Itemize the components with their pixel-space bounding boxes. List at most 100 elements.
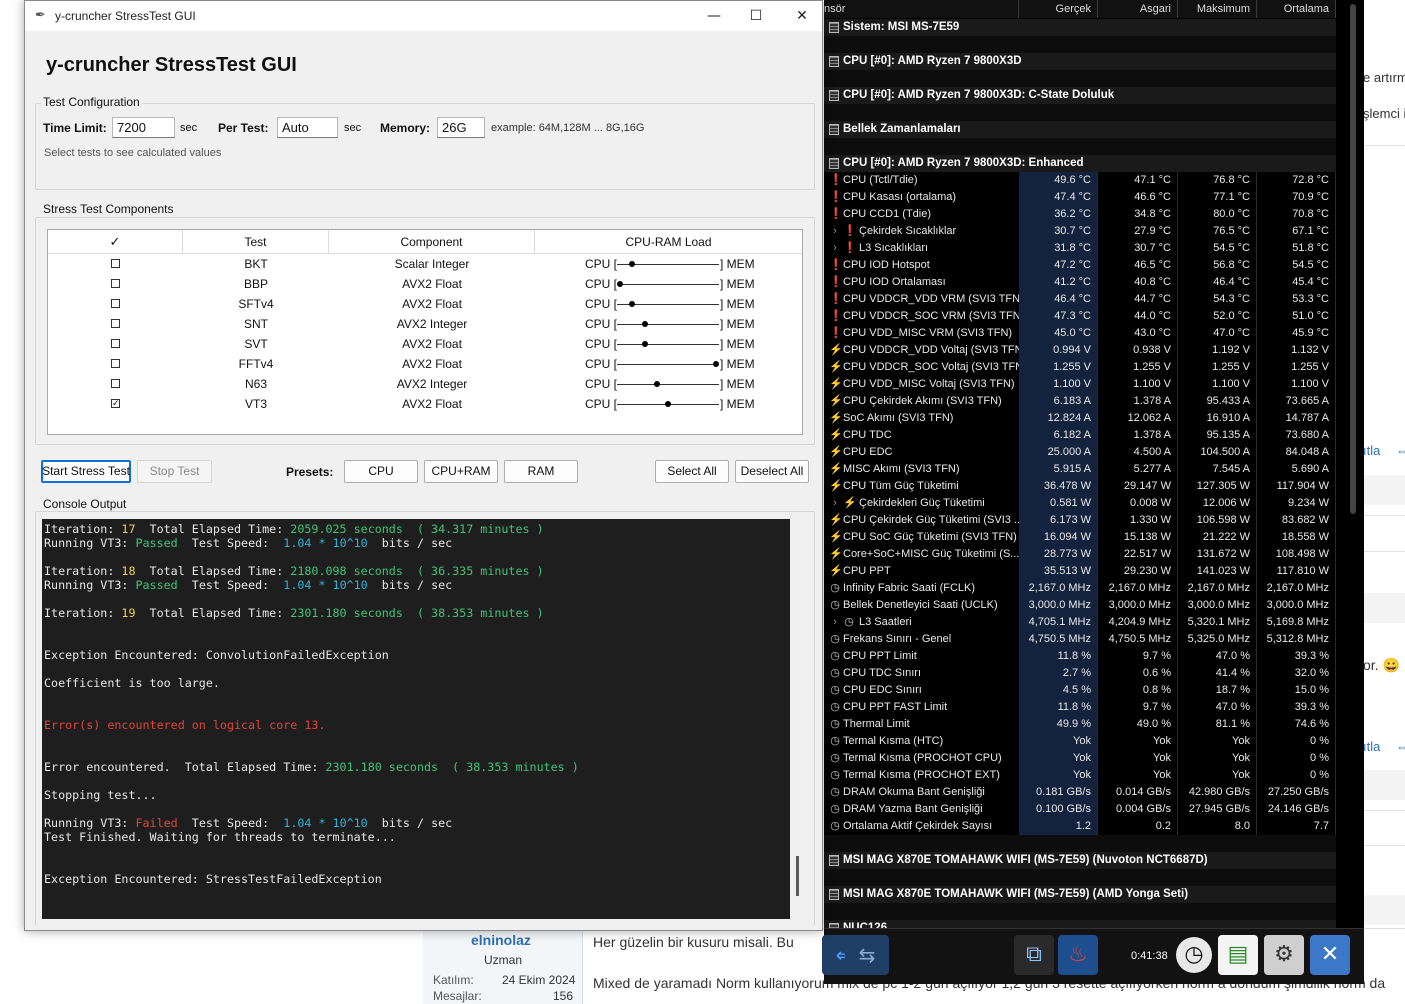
checkbox[interactable] <box>111 259 120 268</box>
sensor-row[interactable]: › ❗ L3 Sıcaklıkları 31.8 °C 30.7 °C 54.5 °C 51… <box>824 240 1336 257</box>
sensor-row[interactable]: ⚡ CPU VDD_MISC Voltaj (SVI3 TFN) 1.100 V 1.… <box>824 376 1336 393</box>
sensor-row[interactable]: ◷ Thermal Limit 49.9 % 49.0 % 81.1 % 74.6 % <box>824 716 1336 733</box>
sensor-section-header[interactable]: Bellek Zamanlamaları <box>824 121 1336 138</box>
sensor-row[interactable]: ❗ CPU IOD Ortalaması 41.2 °C 40.8 °C 46.4 °C… <box>824 274 1336 291</box>
expand-chevron-icon[interactable]: › <box>829 614 841 631</box>
username[interactable]: elninolaz <box>471 932 531 948</box>
stop-test-button[interactable]: Stop Test <box>137 460 212 483</box>
preset-cpu-ram-button[interactable]: CPU+RAM <box>424 460 498 483</box>
sensor-section-header[interactable]: CPU [#0]: AMD Ryzen 7 9800X3D: Enhanced <box>824 155 1336 172</box>
start-stress-test-button[interactable]: Start Stress Test <box>41 460 131 483</box>
sensor-row[interactable]: ⚡ CPU SoC Güç Tüketimi (SVI3 TFN) 16.094 W… <box>824 529 1336 546</box>
close-icon[interactable]: ✕ <box>1310 935 1350 975</box>
table-row[interactable]: FFTv4 AVX2 Float CPU [] MEM <box>48 354 802 374</box>
close-icon[interactable]: ✕ <box>790 5 814 27</box>
sensor-row[interactable]: ⚡ CPU Çekirdek Akımı (SVI3 TFN) 6.183 A 1.3… <box>824 393 1336 410</box>
sensor-row[interactable]: ⚡ SoC Akımı (SVI3 TFN) 12.824 A 12.062 A 16.… <box>824 410 1336 427</box>
sensor-row[interactable]: ◷ CPU PPT FAST Limit 11.8 % 9.7 % 47.0 % 39.3… <box>824 699 1336 716</box>
hwinfo-scrollbar[interactable] <box>1350 4 1356 514</box>
network-icon[interactable]: ⧉ <box>1014 935 1054 975</box>
sensor-row[interactable]: › ⚡ Çekirdekleri Güç Tüketimi 0.581 W 0.008 … <box>824 495 1336 512</box>
column-header-test[interactable]: Test <box>183 230 329 254</box>
time-limit-input[interactable]: 7200 <box>112 117 175 138</box>
sensor-section-header[interactable]: CPU [#0]: AMD Ryzen 7 9800X3D: C-State D… <box>824 87 1336 104</box>
sensor-row[interactable]: ⚡ CPU EDC 25.000 A 4.500 A 104.500 A 84.048 A <box>824 444 1336 461</box>
sensor-row[interactable]: ⚡ Core+SoC+MISC Güç Tüketimi (S... 28.773 … <box>824 546 1336 563</box>
checkbox[interactable] <box>111 319 120 328</box>
clock-icon[interactable]: ◷ <box>1176 937 1212 973</box>
sensor-row[interactable]: ⚡ MISC Akımı (SVI3 TFN) 5.915 A 5.277 A 7.54… <box>824 461 1336 478</box>
column-header-value[interactable]: Asgari <box>1098 0 1178 18</box>
checkbox[interactable] <box>111 359 120 368</box>
sensor-row[interactable]: ◷ Termal Kısma (HTC) Yok Yok Yok 0 % <box>824 733 1336 750</box>
column-header-value[interactable]: Gerçek <box>1019 0 1098 18</box>
column-header-check[interactable]: ✓ <box>48 230 183 254</box>
sensor-row[interactable]: ◷ CPU EDC Sınırı 4.5 % 0.8 % 18.7 % 15.0 % <box>824 682 1336 699</box>
minimize-icon[interactable]: — <box>702 5 726 27</box>
sensor-row[interactable]: ◷ CPU PPT Limit 11.8 % 9.7 % 47.0 % 39.3 % <box>824 648 1336 665</box>
sensor-section-header[interactable]: MSI MAG X870E TOMAHAWK WIFI (MS-7E59) (A… <box>824 886 1336 903</box>
table-row[interactable]: BBP AVX2 Float CPU [] MEM <box>48 274 802 294</box>
sensor-section-header[interactable]: MSI MAG X870E TOMAHAWK WIFI (MS-7E59) (N… <box>824 852 1336 869</box>
console-scrollbar[interactable] <box>796 856 799 896</box>
sensor-row[interactable]: ⚡ CPU PPT 35.513 W 29.230 W 141.023 W 117.810… <box>824 563 1336 580</box>
report-icon[interactable]: ▤ <box>1218 935 1258 975</box>
flame-report-icon[interactable]: ♨ <box>1058 935 1098 975</box>
sensor-row[interactable]: ◷ Termal Kısma (PROCHOT EXT) Yok Yok Yok 0 % <box>824 767 1336 784</box>
sensor-row[interactable]: ◷ Infinity Fabric Saati (FCLK) 2,167.0 MHz… <box>824 580 1336 597</box>
maximize-icon[interactable]: ☐ <box>744 5 768 27</box>
sensor-row[interactable]: ◷ DRAM Okuma Bant Genişliği 0.181 GB/s 0.01… <box>824 784 1336 801</box>
table-row[interactable]: SVT AVX2 Float CPU [] MEM <box>48 334 802 354</box>
sensor-row[interactable]: › ❗ Çekirdek Sıcaklıklar 30.7 °C 27.9 °C 76.5… <box>824 223 1336 240</box>
sensor-row[interactable]: ⚡ CPU TDC 6.182 A 1.378 A 95.135 A 73.680 A <box>824 427 1336 444</box>
forum-side-icon[interactable]: ⇔ <box>1396 443 1405 458</box>
sensor-row[interactable]: ❗ CPU VDDCR_VDD VRM (SVI3 TFN) 46.4 °C 44.7… <box>824 291 1336 308</box>
checked-checkbox[interactable]: ✓ <box>111 399 120 408</box>
column-header-value[interactable]: Maksimum <box>1178 0 1257 18</box>
checkbox[interactable] <box>111 279 120 288</box>
memory-input[interactable]: 26G <box>437 117 485 138</box>
table-row[interactable]: SFTv4 AVX2 Float CPU [] MEM <box>48 294 802 314</box>
column-header-sensor[interactable]: nsör <box>824 0 1019 18</box>
column-header-value[interactable]: Ortalama <box>1257 0 1336 18</box>
sensor-row[interactable]: ◷ Frekans Sınırı - Genel 4,750.5 MHz 4,750.… <box>824 631 1336 648</box>
table-row[interactable]: BKT Scalar Integer CPU [] MEM <box>48 254 802 274</box>
sensor-row[interactable]: ❗ CPU IOD Hotspot 47.2 °C 46.5 °C 56.8 °C 54.… <box>824 257 1336 274</box>
sensor-row[interactable]: ❗ CPU (Tctl/Tdie) 49.6 °C 47.1 °C 76.8 °C 72.… <box>824 172 1336 189</box>
table-row[interactable]: SNT AVX2 Integer CPU [] MEM <box>48 314 802 334</box>
forum-link[interactable]: ıtla <box>1363 739 1380 754</box>
collapse-arrows-icon[interactable]: ⇆ <box>845 935 889 975</box>
sensor-row[interactable]: ⚡ CPU VDDCR_VDD Voltaj (SVI3 TFN) 0.994 V0… <box>824 342 1336 359</box>
sensor-row[interactable]: ◷ CPU TDC Sınırı 2.7 % 0.6 % 41.4 % 32.0 % <box>824 665 1336 682</box>
console-output[interactable]: Iteration: 17 Total Elapsed Time: 2059.0… <box>42 519 790 919</box>
sensor-row[interactable]: ⚡ CPU Çekirdek Güç Tüketimi (SVI3 ... 6.17… <box>824 512 1336 529</box>
preset-ram-button[interactable]: RAM <box>504 460 578 483</box>
forum-side-icon[interactable]: ⇔ <box>1396 739 1405 754</box>
sensor-row[interactable]: ❗ CPU VDD_MISC VRM (SVI3 TFN) 45.0 °C 43.0 … <box>824 325 1336 342</box>
sensor-row[interactable]: ◷ Termal Kısma (PROCHOT CPU) Yok Yok Yok 0 % <box>824 750 1336 767</box>
expand-chevron-icon[interactable]: › <box>829 240 841 257</box>
sensor-row[interactable]: ❗ CPU Kasası (ortalama) 47.4 °C 46.6 °C 77.1… <box>824 189 1336 206</box>
sensor-row[interactable]: ❗ CPU CCD1 (Tdie) 36.2 °C 34.8 °C 80.0 °C 70.… <box>824 206 1336 223</box>
column-header-load[interactable]: CPU-RAM Load <box>535 230 802 254</box>
checkbox[interactable] <box>111 339 120 348</box>
window-titlebar[interactable]: ✒ y-cruncher StressTest GUI — ☐ ✕ <box>25 1 822 31</box>
expand-chevron-icon[interactable]: › <box>829 495 841 512</box>
sensor-section-header[interactable]: Sistem: MSI MS-7E59 <box>824 19 1336 36</box>
table-row[interactable]: N63 AVX2 Integer CPU [] MEM <box>48 374 802 394</box>
column-header-component[interactable]: Component <box>329 230 535 254</box>
checkbox[interactable] <box>111 379 120 388</box>
per-test-input[interactable]: Auto <box>277 117 338 138</box>
preset-cpu-button[interactable]: CPU <box>344 460 418 483</box>
checkbox[interactable] <box>111 299 120 308</box>
sensor-row[interactable]: ❗ CPU VDDCR_SOC VRM (SVI3 TFN) 47.3 °C 44.0… <box>824 308 1336 325</box>
expand-chevron-icon[interactable]: › <box>829 223 841 240</box>
sensor-row[interactable]: ◷ DRAM Yazma Bant Genişliği 0.100 GB/s 0.00… <box>824 801 1336 818</box>
sensor-row[interactable]: › ◷ L3 Saatleri 4,705.1 MHz 4,204.9 MHz 5,320… <box>824 614 1336 631</box>
sensor-section-header[interactable]: CPU [#0]: AMD Ryzen 7 9800X3D <box>824 53 1336 70</box>
settings-gear-icon[interactable]: ⚙ <box>1264 935 1304 975</box>
deselect-all-button[interactable]: Deselect All <box>735 460 809 483</box>
forum-link[interactable]: ıtla <box>1363 443 1380 458</box>
sensor-row[interactable]: ⚡ CPU VDDCR_SOC Voltaj (SVI3 TFN) 1.255 V1… <box>824 359 1336 376</box>
sensor-row[interactable]: ◷ Bellek Denetleyici Saati (UCLK) 3,000.0 … <box>824 597 1336 614</box>
